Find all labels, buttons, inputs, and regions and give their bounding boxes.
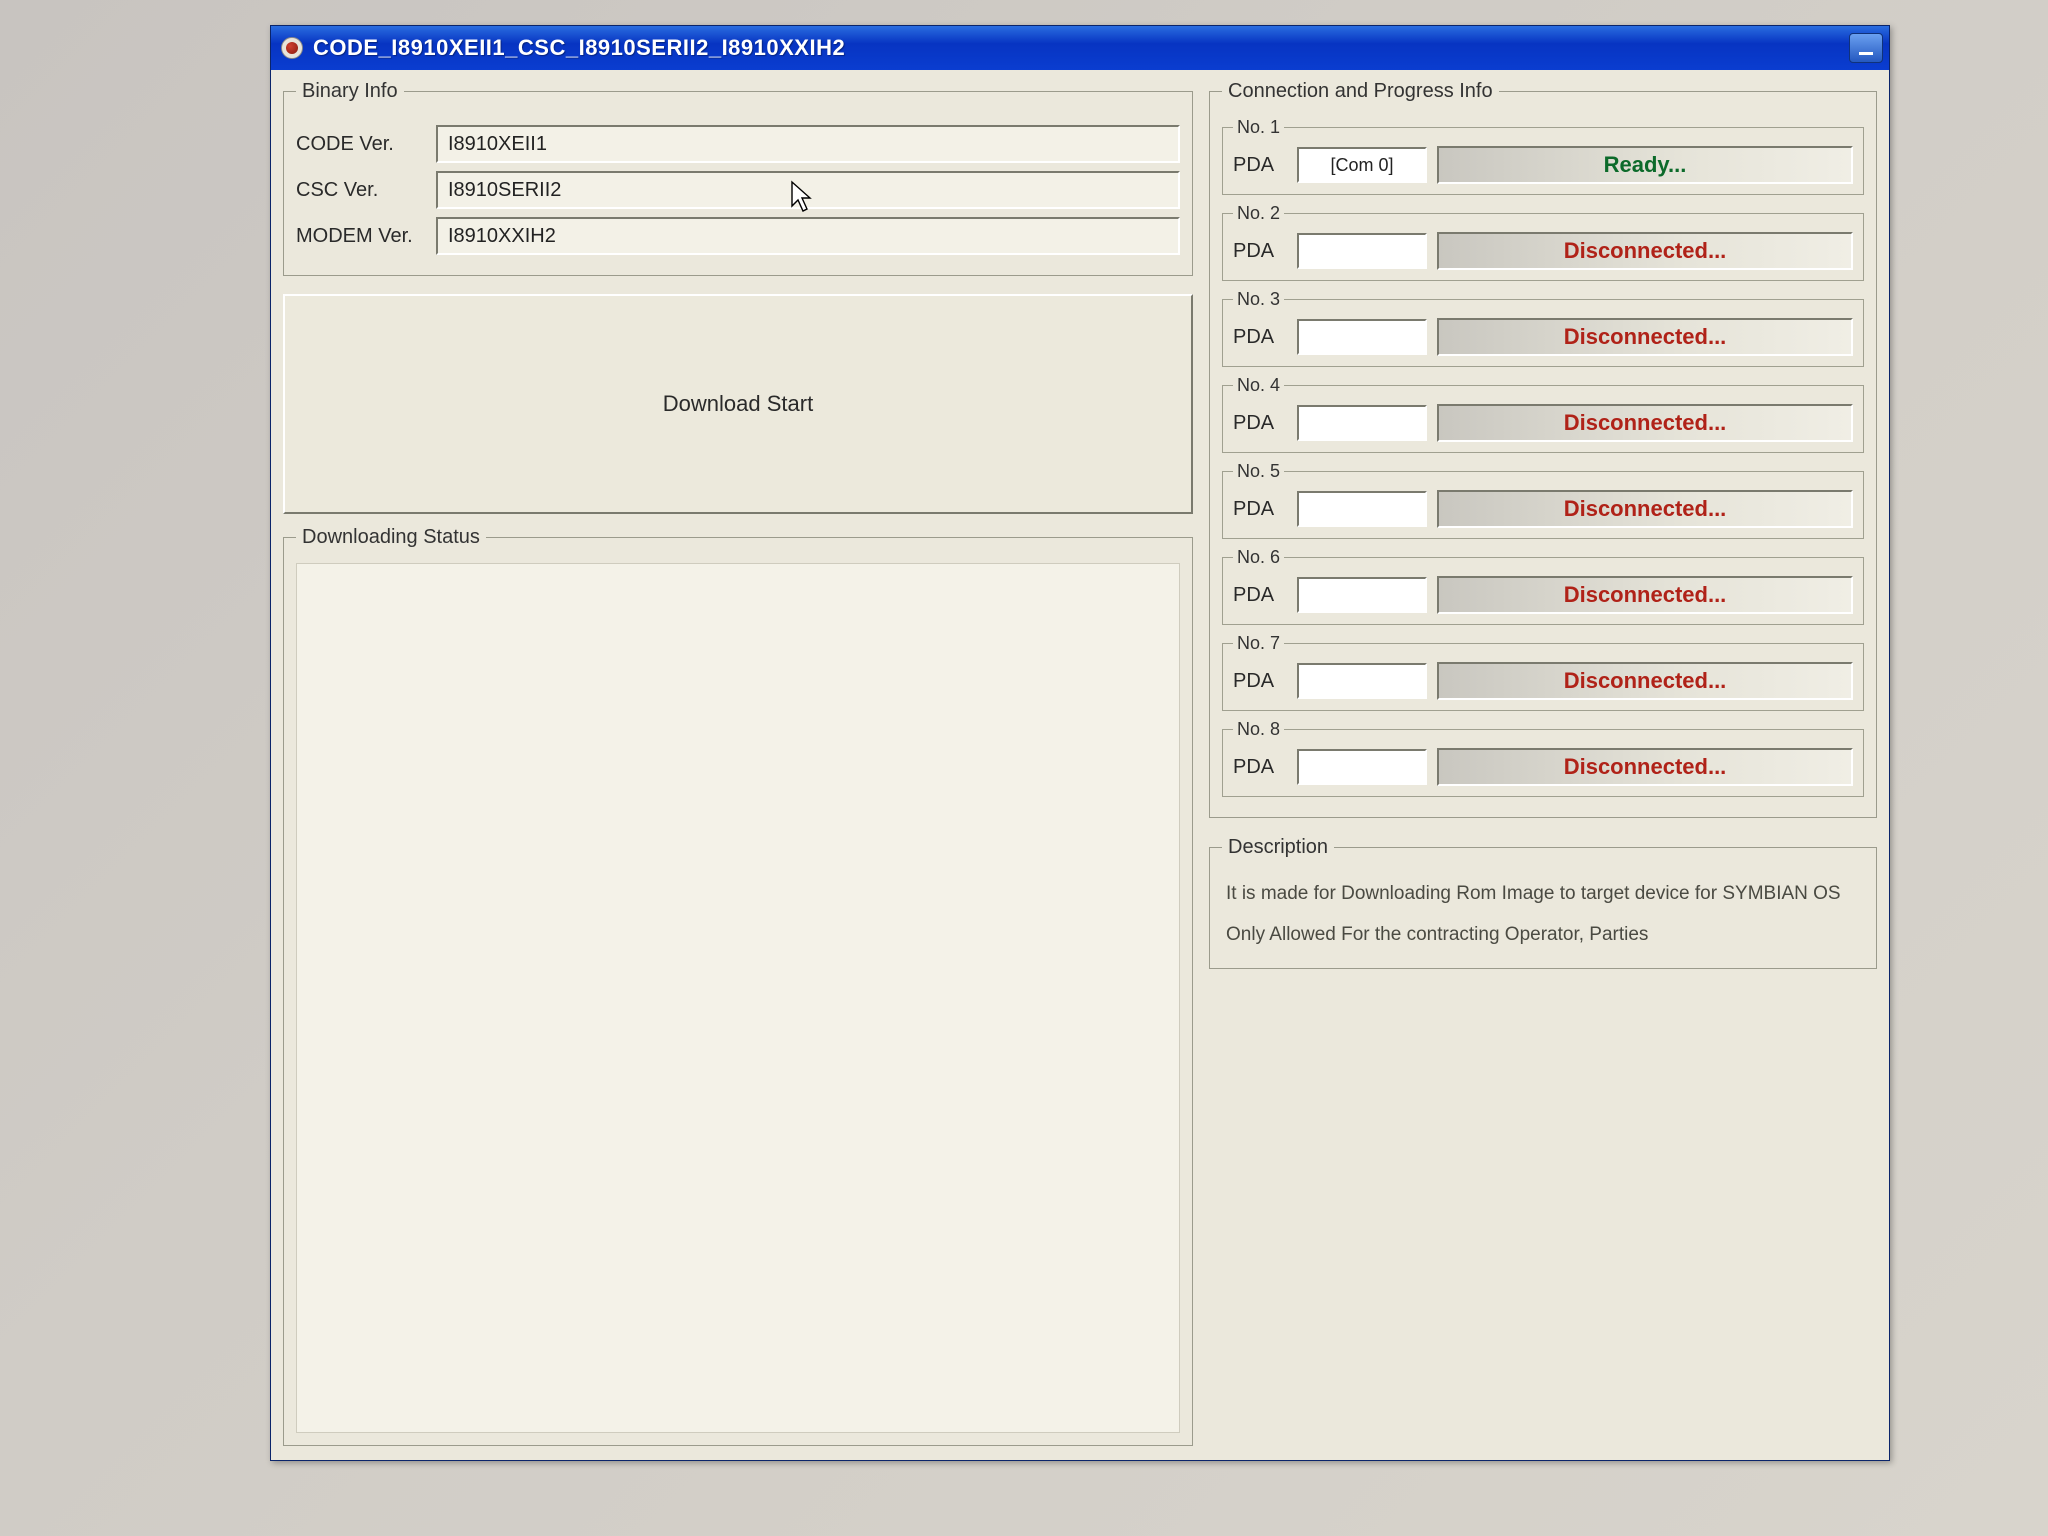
- modem-ver-label: MODEM Ver.: [296, 225, 436, 248]
- slot-status-field: Ready...: [1437, 146, 1853, 184]
- connection-slot-2: No. 2 PDA Disconnected...: [1222, 203, 1864, 281]
- pda-label: PDA: [1233, 412, 1287, 435]
- window-titlebar[interactable]: CODE_I8910XEII1_CSC_I8910SERII2_I8910XXI…: [271, 26, 1889, 70]
- slot-number-label: No. 1: [1233, 117, 1284, 138]
- connection-slot-3: No. 3 PDA Disconnected...: [1222, 289, 1864, 367]
- com-port-field[interactable]: [1297, 663, 1427, 699]
- slot-status-field: Disconnected...: [1437, 404, 1853, 442]
- slot-number-label: No. 2: [1233, 203, 1284, 224]
- slot-status-field: Disconnected...: [1437, 318, 1853, 356]
- connection-progress-group: Connection and Progress Info No. 1 PDA [Co…: [1209, 80, 1877, 818]
- slot-status-field: Disconnected...: [1437, 490, 1853, 528]
- com-port-field[interactable]: [1297, 491, 1427, 527]
- com-port-field[interactable]: [1297, 405, 1427, 441]
- slot-status-field: Disconnected...: [1437, 576, 1853, 614]
- connection-slot-7: No. 7 PDA Disconnected...: [1222, 633, 1864, 711]
- description-group: Description It is made for Downloading R…: [1209, 836, 1877, 969]
- slot-number-label: No. 3: [1233, 289, 1284, 310]
- pda-label: PDA: [1233, 498, 1287, 521]
- pda-label: PDA: [1233, 584, 1287, 607]
- com-port-field[interactable]: [1297, 233, 1427, 269]
- slot-number-label: No. 5: [1233, 461, 1284, 482]
- slot-status-field: Disconnected...: [1437, 662, 1853, 700]
- pda-label: PDA: [1233, 756, 1287, 779]
- minimize-button[interactable]: [1849, 33, 1883, 63]
- pda-label: PDA: [1233, 670, 1287, 693]
- binary-info-group: Binary Info CODE Ver. I8910XEII1 CSC Ver…: [283, 80, 1193, 276]
- connection-slot-8: No. 8 PDA Disconnected...: [1222, 719, 1864, 797]
- pda-label: PDA: [1233, 240, 1287, 263]
- csc-ver-label: CSC Ver.: [296, 179, 436, 202]
- com-port-field[interactable]: [1297, 749, 1427, 785]
- connection-progress-legend: Connection and Progress Info: [1222, 80, 1499, 103]
- slot-number-label: No. 8: [1233, 719, 1284, 740]
- pda-label: PDA: [1233, 326, 1287, 349]
- window-title: CODE_I8910XEII1_CSC_I8910SERII2_I8910XXI…: [313, 35, 1849, 61]
- com-port-field[interactable]: [1297, 319, 1427, 355]
- connection-slot-1: No. 1 PDA [Com 0] Ready...: [1222, 117, 1864, 195]
- slot-status-field: Disconnected...: [1437, 232, 1853, 270]
- slot-number-label: No. 7: [1233, 633, 1284, 654]
- downloading-status-area: [296, 563, 1180, 1433]
- downloading-status-group: Downloading Status: [283, 526, 1193, 1446]
- slot-number-label: No. 4: [1233, 375, 1284, 396]
- connection-slot-5: No. 5 PDA Disconnected...: [1222, 461, 1864, 539]
- csc-ver-field[interactable]: I8910SERII2: [436, 171, 1180, 209]
- app-window: CODE_I8910XEII1_CSC_I8910SERII2_I8910XXI…: [270, 25, 1890, 1461]
- com-port-field[interactable]: [1297, 577, 1427, 613]
- connection-slot-4: No. 4 PDA Disconnected...: [1222, 375, 1864, 453]
- modem-ver-field[interactable]: I8910XXIH2: [436, 217, 1180, 255]
- downloading-status-legend: Downloading Status: [296, 526, 486, 549]
- pda-label: PDA: [1233, 154, 1287, 177]
- binary-info-legend: Binary Info: [296, 80, 404, 103]
- com-port-field[interactable]: [Com 0]: [1297, 147, 1427, 183]
- description-legend: Description: [1222, 836, 1334, 859]
- slot-status-field: Disconnected...: [1437, 748, 1853, 786]
- download-start-button[interactable]: Download Start: [283, 294, 1193, 514]
- code-ver-label: CODE Ver.: [296, 133, 436, 156]
- description-line2: Only Allowed For the contracting Operato…: [1222, 914, 1864, 955]
- app-icon: [281, 37, 303, 59]
- code-ver-field[interactable]: I8910XEII1: [436, 125, 1180, 163]
- connection-slot-6: No. 6 PDA Disconnected...: [1222, 547, 1864, 625]
- description-line1: It is made for Downloading Rom Image to …: [1222, 873, 1864, 914]
- slot-number-label: No. 6: [1233, 547, 1284, 568]
